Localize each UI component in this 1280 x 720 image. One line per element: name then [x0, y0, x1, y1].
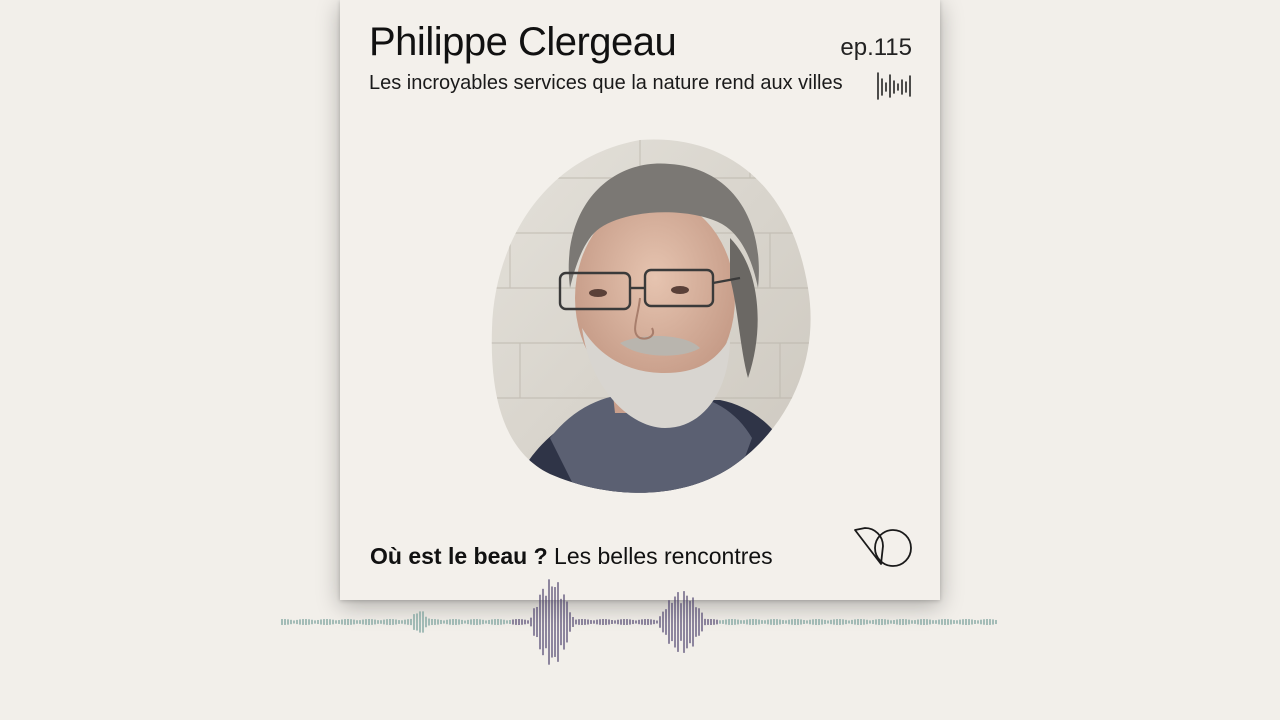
show-logo-icon [854, 527, 912, 567]
show-name: Où est le beau ? [370, 543, 548, 569]
guest-name: Philippe Clergeau [369, 20, 677, 64]
show-line: Où est le beau ? Les belles rencontres [370, 543, 773, 570]
episode-number: ep.115 [840, 34, 912, 61]
sound-wave-icon [877, 72, 911, 100]
guest-portrait [491, 139, 811, 493]
show-tagline: Les belles rencontres [554, 543, 773, 569]
episode-title: Les incroyables services que la nature r… [369, 72, 843, 94]
podcast-cover-card: Philippe Clergeau ep.115 Les incroyables… [340, 0, 940, 600]
audio-waveform [281, 579, 997, 665]
video-frame: Philippe Clergeau ep.115 Les incroyables… [0, 0, 1280, 720]
